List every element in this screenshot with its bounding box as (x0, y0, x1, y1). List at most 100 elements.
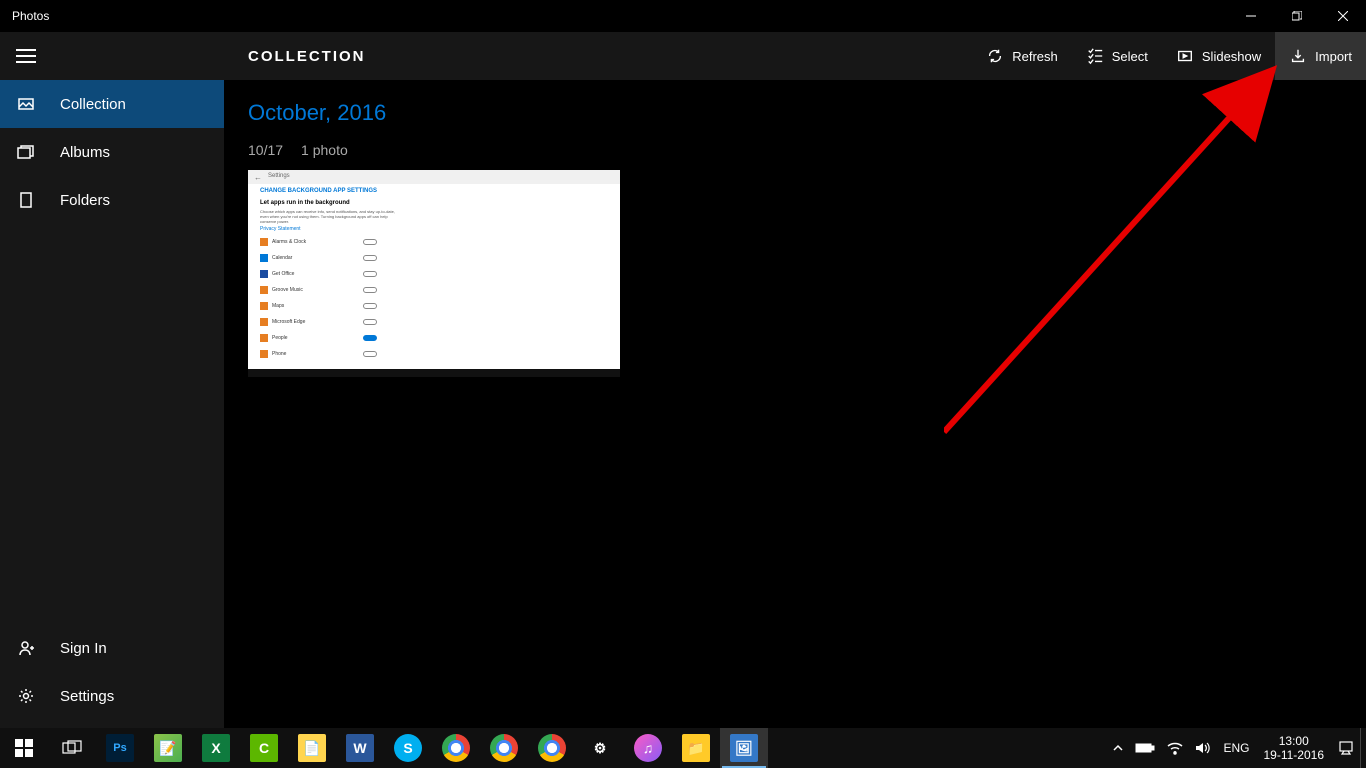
taskbar-app-itunes[interactable]: ♫ (624, 728, 672, 768)
tray-clock[interactable]: 13:00 19-11-2016 (1256, 734, 1333, 763)
gear-icon (16, 686, 36, 706)
refresh-label: Refresh (1012, 49, 1058, 64)
thumb-subtitle: Let apps run in the background (260, 200, 350, 206)
thumb-toggle (363, 239, 377, 245)
thumb-desc: Choose which apps can receive info, send… (260, 210, 400, 224)
taskbar-app-chrome1[interactable] (432, 728, 480, 768)
task-view-icon (62, 740, 82, 756)
main-area: COLLECTION Refresh Select Slideshow Impo… (224, 32, 1366, 728)
refresh-icon (986, 47, 1004, 65)
month-heading[interactable]: October, 2016 (248, 100, 1342, 126)
thumb-app-row: Calendar (260, 254, 292, 262)
taskbar-app-chrome2[interactable] (480, 728, 528, 768)
tray-date-label: 19-11-2016 (1264, 748, 1325, 762)
wifi-icon (1167, 741, 1183, 755)
sidebar-sign-in[interactable]: Sign In (0, 624, 224, 672)
thumb-app-row: Alarms & Clock (260, 238, 306, 246)
show-desktop[interactable] (1360, 728, 1366, 768)
sidebar-settings[interactable]: Settings (0, 672, 224, 720)
sidebar-item-folders[interactable]: Folders (0, 176, 224, 224)
sign-in-icon (16, 638, 36, 658)
thumb-back-icon: ← (254, 173, 262, 182)
collection-icon (16, 94, 36, 114)
tray-wifi[interactable] (1161, 728, 1189, 768)
photo-thumbnail[interactable]: ← Settings CHANGE BACKGROUND APP SETTING… (248, 170, 620, 377)
minimize-button[interactable] (1228, 0, 1274, 32)
volume-icon (1195, 741, 1211, 755)
battery-icon (1135, 742, 1155, 754)
tray-volume[interactable] (1189, 728, 1217, 768)
taskbar-app-explorer[interactable]: 📁 (672, 728, 720, 768)
select-label: Select (1112, 49, 1148, 64)
hamburger-icon (16, 49, 36, 63)
taskbar: Ps 📝 X C 📄 W S ⚙ ♫ 📁 🖼 ENG 13:00 19-11-2… (0, 728, 1366, 768)
taskbar-app-photos[interactable]: 🖼 (720, 728, 768, 768)
slideshow-icon (1176, 47, 1194, 65)
slideshow-label: Slideshow (1202, 49, 1261, 64)
taskbar-app-skype[interactable]: S (384, 728, 432, 768)
task-view-button[interactable] (48, 728, 96, 768)
sidebar-item-collection[interactable]: Collection (0, 80, 224, 128)
thumb-settings-label: Settings (268, 173, 290, 179)
thumb-app-row: Groove Music (260, 286, 303, 294)
maximize-button[interactable] (1274, 0, 1320, 32)
tray-notifications[interactable] (1332, 728, 1360, 768)
taskbar-app-word[interactable]: W (336, 728, 384, 768)
tray-chevron[interactable] (1107, 728, 1129, 768)
date-label: 10/17 (248, 142, 283, 158)
thumb-app-row: Get Office (260, 270, 294, 278)
thumb-toggle (363, 303, 377, 309)
taskbar-app-notepad[interactable]: 📝 (144, 728, 192, 768)
select-icon (1086, 47, 1104, 65)
sidebar: Collection Albums Folders Sign In (0, 32, 224, 728)
import-button[interactable]: Import (1275, 32, 1366, 80)
count-label: 1 photo (301, 142, 348, 158)
import-icon (1289, 47, 1307, 65)
close-button[interactable] (1320, 0, 1366, 32)
windows-icon (15, 739, 33, 757)
sidebar-item-albums[interactable]: Albums (0, 128, 224, 176)
settings-label: Settings (60, 688, 114, 705)
tray-battery[interactable] (1129, 728, 1161, 768)
refresh-button[interactable]: Refresh (972, 32, 1072, 80)
taskbar-app-photoshop[interactable]: Ps (96, 728, 144, 768)
thumb-app-row: Microsoft Edge (260, 318, 305, 326)
albums-icon (16, 142, 36, 162)
folders-icon (16, 190, 36, 210)
sidebar-item-label: Collection (60, 96, 126, 113)
date-summary: 10/17 1 photo (248, 142, 1342, 158)
window-title: Photos (12, 9, 49, 23)
sign-in-label: Sign In (60, 640, 107, 657)
import-label: Import (1315, 49, 1352, 64)
thumb-toggle (363, 351, 377, 357)
sidebar-item-label: Albums (60, 144, 110, 161)
window-controls (1228, 0, 1366, 32)
taskbar-app-excel[interactable]: X (192, 728, 240, 768)
thumb-app-row: Maps (260, 302, 284, 310)
thumb-toggle (363, 287, 377, 293)
taskbar-app-settings[interactable]: ⚙ (576, 728, 624, 768)
thumb-toggle (363, 271, 377, 277)
start-button[interactable] (0, 728, 48, 768)
thumb-title: CHANGE BACKGROUND APP SETTINGS (260, 188, 377, 194)
thumb-app-row: People (260, 334, 288, 342)
chevron-up-icon (1113, 743, 1123, 753)
tray-time-label: 13:00 (1279, 734, 1309, 748)
thumb-toggle (363, 335, 377, 341)
thumb-app-row: Phone (260, 350, 286, 358)
notification-icon (1338, 740, 1354, 756)
taskbar-app-sticky[interactable]: 📄 (288, 728, 336, 768)
thumb-toggle (363, 319, 377, 325)
sidebar-item-label: Folders (60, 192, 110, 209)
thumb-link: Privacy Statement (260, 226, 301, 232)
select-button[interactable]: Select (1072, 32, 1162, 80)
thumb-toggle (363, 255, 377, 261)
taskbar-app-camtasia[interactable]: C (240, 728, 288, 768)
titlebar: Photos (0, 0, 1366, 32)
slideshow-button[interactable]: Slideshow (1162, 32, 1275, 80)
hamburger-button[interactable] (0, 32, 224, 80)
toolbar: COLLECTION Refresh Select Slideshow Impo… (224, 32, 1366, 80)
page-title: COLLECTION (248, 48, 366, 65)
taskbar-app-chrome3[interactable] (528, 728, 576, 768)
tray-language[interactable]: ENG (1217, 728, 1255, 768)
